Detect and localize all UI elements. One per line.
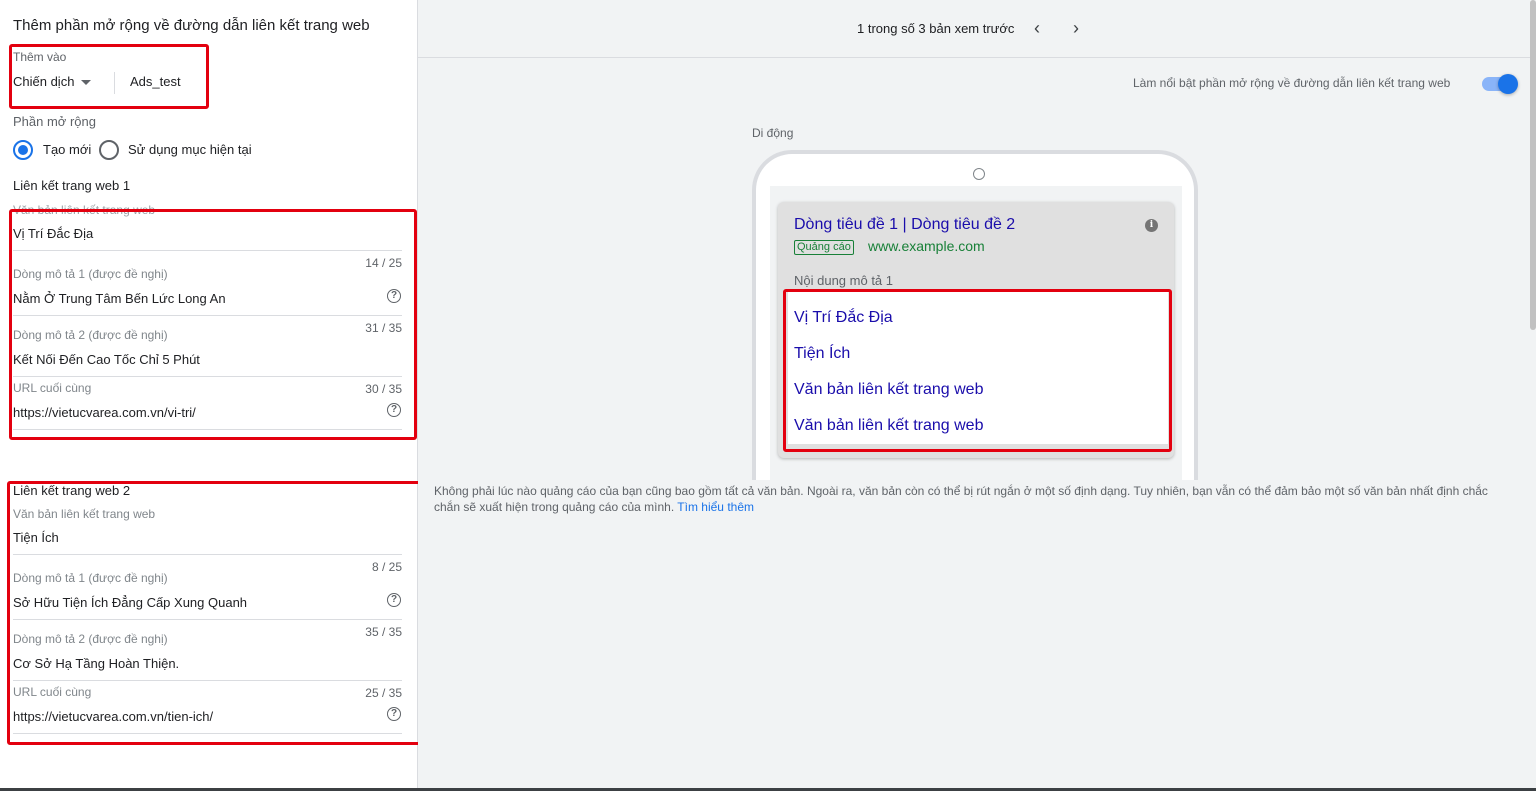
- divider: [13, 315, 402, 316]
- divider: [13, 619, 402, 620]
- chevron-left-icon[interactable]: ‹: [1027, 18, 1047, 38]
- field-separator: [114, 72, 115, 94]
- ad-sitelinks-list: Vị Trí Đắc Địa Tiện Ích Văn bản liên kết…: [788, 289, 1168, 444]
- sitelink-1-desc1-label: Dòng mô tả 1 (được đề nghị): [13, 267, 168, 281]
- help-icon[interactable]: ?: [387, 403, 401, 417]
- sitelink-2-desc1-label: Dòng mô tả 1 (được đề nghị): [13, 571, 168, 585]
- phone-screen: Dòng tiêu đề 1 | Dòng tiêu đề 2 i Quảng …: [770, 186, 1182, 480]
- divider: [13, 733, 402, 734]
- sitelink-form-panel: Thêm phần mở rộng về đường dẫn liên kết …: [0, 0, 423, 791]
- sitelink-1-text-counter: 14 / 25: [365, 256, 402, 270]
- camera-icon: [973, 168, 985, 180]
- help-icon[interactable]: ?: [387, 707, 401, 721]
- sitelink-1-desc1-input[interactable]: Nằm Ở Trung Tâm Bến Lức Long An: [13, 291, 226, 306]
- sitelink-1-desc2-label: Dòng mô tả 2 (được đề nghị): [13, 328, 168, 342]
- sitelink-2-url-input[interactable]: https://vietucvarea.com.vn/tien-ich/: [13, 709, 213, 724]
- ad-description: Nội dung mô tả 1: [794, 273, 894, 288]
- preview-note-text: Không phải lúc nào quảng cáo của bạn cũn…: [434, 484, 1488, 514]
- device-label: Di động: [752, 126, 794, 140]
- chevron-down-icon: [81, 80, 91, 85]
- radio-use-existing[interactable]: [99, 140, 119, 160]
- preview-panel: 1 trong số 3 bản xem trước ‹ › Làm nổi b…: [418, 0, 1536, 791]
- ad-sitelink[interactable]: Vị Trí Đắc Địa: [794, 309, 893, 327]
- divider: [13, 429, 402, 430]
- sitelink-2-desc1-input[interactable]: Sở Hữu Tiện Ích Đẳng Cấp Xung Quanh: [13, 595, 247, 610]
- sitelink-2-heading: Liên kết trang web 2: [13, 483, 131, 498]
- ad-preview-card: Dòng tiêu đề 1 | Dòng tiêu đề 2 i Quảng …: [778, 202, 1174, 458]
- ad-headline[interactable]: Dòng tiêu đề 1 | Dòng tiêu đề 2: [794, 216, 1015, 234]
- extension-label: Phần mở rộng: [13, 114, 96, 129]
- divider: [13, 554, 402, 555]
- sitelink-1-desc2-counter: 30 / 35: [365, 382, 402, 396]
- divider: [13, 680, 402, 681]
- sitelink-2-desc2-counter: 25 / 35: [365, 686, 402, 700]
- sitelink-1-text-input[interactable]: Vị Trí Đắc Địa: [13, 226, 93, 241]
- ad-badge: Quảng cáo: [794, 240, 854, 255]
- preview-note: Không phải lúc nào quảng cáo của bạn cũn…: [434, 483, 1514, 515]
- radio-create-new[interactable]: [13, 140, 33, 160]
- ad-display-url: www.example.com: [868, 238, 985, 254]
- radio-create-new-label: Tạo mới: [43, 142, 92, 157]
- campaign-name: Ads_test: [130, 74, 181, 89]
- ad-sitelink[interactable]: Văn bản liên kết trang web: [794, 417, 983, 435]
- help-icon[interactable]: ?: [387, 289, 401, 303]
- sitelink-2-text-label: Văn bản liên kết trang web: [13, 507, 156, 521]
- toggle-knob: [1498, 74, 1518, 94]
- sitelink-2-text-counter: 8 / 25: [371, 560, 402, 574]
- level-dropdown-value: Chiến dịch: [13, 74, 75, 89]
- sitelink-2-desc2-label: Dòng mô tả 2 (được đề nghị): [13, 632, 168, 646]
- highlight-toggle-label: Làm nổi bật phần mở rộng về đường dẫn li…: [1133, 76, 1451, 90]
- divider: [13, 250, 402, 251]
- sitelink-2-desc2-input[interactable]: Cơ Sở Hạ Tầng Hoàn Thiện.: [13, 656, 179, 671]
- sitelink-1-text-label: Văn bản liên kết trang web: [13, 203, 156, 217]
- divider: [13, 376, 402, 377]
- sitelink-1-desc2-input[interactable]: Kết Nối Đến Cao Tốc Chỉ 5 Phút: [13, 352, 200, 367]
- ad-sitelink[interactable]: Văn bản liên kết trang web: [794, 381, 983, 399]
- sitelink-1-url-label: URL cuối cùng: [13, 381, 92, 395]
- chevron-right-icon[interactable]: ›: [1066, 18, 1086, 38]
- sitelink-2-url-label: URL cuối cùng: [13, 685, 92, 699]
- radio-use-existing-label: Sử dụng mục hiện tại: [128, 142, 252, 157]
- sitelink-1-heading: Liên kết trang web 1: [13, 178, 131, 193]
- add-to-label: Thêm vào: [13, 50, 67, 64]
- sitelink-2-text-input[interactable]: Tiện Ích: [13, 530, 59, 545]
- help-icon[interactable]: ?: [387, 593, 401, 607]
- level-dropdown[interactable]: Chiến dịch: [13, 73, 103, 93]
- learn-more-link[interactable]: Tìm hiểu thêm: [677, 500, 754, 514]
- mobile-phone-frame: Dòng tiêu đề 1 | Dòng tiêu đề 2 i Quảng …: [752, 150, 1198, 480]
- sitelink-1-desc1-counter: 31 / 35: [365, 321, 402, 335]
- panel-title: Thêm phần mở rộng về đường dẫn liên kết …: [13, 17, 370, 34]
- ad-sitelink[interactable]: Tiện Ích: [794, 345, 850, 363]
- sitelink-1-url-input[interactable]: https://vietucvarea.com.vn/vi-tri/: [13, 405, 196, 420]
- preview-pager-text: 1 trong số 3 bản xem trước: [857, 21, 1015, 36]
- scrollbar[interactable]: [1530, 0, 1536, 330]
- highlight-toggle[interactable]: [1480, 73, 1520, 95]
- preview-pager-bar: 1 trong số 3 bản xem trước ‹ ›: [418, 2, 1536, 58]
- info-icon[interactable]: i: [1145, 219, 1158, 232]
- sitelink-2-desc1-counter: 35 / 35: [365, 625, 402, 639]
